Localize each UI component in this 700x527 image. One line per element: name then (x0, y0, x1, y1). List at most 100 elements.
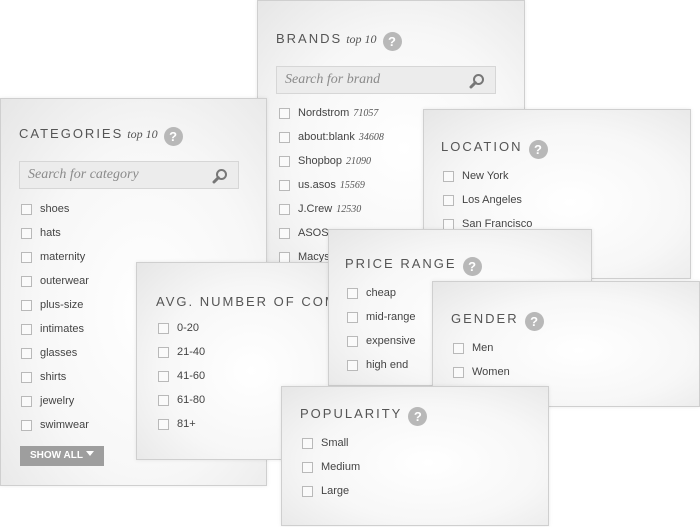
category-option[interactable]: shoes (21, 201, 69, 217)
search-icon[interactable] (469, 73, 485, 89)
checkbox[interactable] (21, 371, 32, 383)
checkbox[interactable] (21, 227, 32, 239)
category-label: intimates (40, 323, 85, 335)
checkbox[interactable] (158, 322, 169, 334)
brands-title: BRANDS top 10? (276, 31, 402, 51)
checkbox[interactable] (302, 485, 313, 497)
popularity-option[interactable]: Small (302, 435, 349, 451)
avg-comments-option[interactable]: 61-80 (158, 392, 205, 408)
brand-count: 71057 (353, 107, 379, 119)
location-title-text: LOCATION (441, 139, 523, 154)
search-icon[interactable] (212, 168, 228, 184)
location-option[interactable]: Los Angeles (443, 192, 522, 208)
brand-label: about:blank (298, 131, 355, 143)
popularity-label: Large (321, 485, 350, 497)
help-icon[interactable]: ? (462, 257, 482, 276)
checkbox[interactable] (279, 251, 290, 263)
category-label: hats (40, 227, 61, 239)
show-all-label: SHOW ALL (30, 450, 83, 461)
checkbox[interactable] (347, 311, 358, 323)
checkbox[interactable] (279, 227, 290, 239)
checkbox[interactable] (443, 218, 454, 230)
checkbox[interactable] (279, 179, 290, 191)
price-range-option[interactable]: mid-range (347, 309, 416, 325)
price-range-option[interactable]: cheap (347, 285, 396, 301)
show-all-button[interactable]: SHOW ALL (20, 446, 104, 466)
checkbox[interactable] (279, 155, 290, 167)
checkbox[interactable] (302, 437, 313, 449)
price-range-option[interactable]: expensive (347, 333, 416, 349)
help-icon[interactable]: ? (163, 127, 183, 146)
category-option[interactable]: maternity (21, 249, 85, 265)
brand-option[interactable]: us.asos 15569 (279, 177, 365, 193)
location-option[interactable]: New York (443, 168, 508, 184)
brand-option[interactable]: ASOS (279, 225, 333, 241)
category-option[interactable]: intimates (21, 321, 84, 337)
avg-comments-label: 0-20 (177, 322, 200, 334)
checkbox[interactable] (158, 370, 169, 382)
categories-top10-label: top 10 (127, 127, 158, 141)
categories-title-text: CATEGORIES (19, 126, 124, 141)
category-option[interactable]: plus-size (21, 297, 83, 313)
popularity-option[interactable]: Medium (302, 459, 360, 475)
checkbox[interactable] (453, 366, 464, 378)
avg-comments-option[interactable]: 41-60 (158, 368, 205, 384)
category-label: shoes (40, 203, 70, 215)
gender-option[interactable]: Women (453, 364, 510, 380)
category-option[interactable]: glasses (21, 345, 77, 361)
category-label: maternity (40, 251, 86, 263)
checkbox[interactable] (443, 170, 454, 182)
avg-comments-option[interactable]: 81+ (158, 416, 196, 432)
brand-option[interactable]: Shopbop 21090 (279, 153, 371, 169)
brand-option[interactable]: J.Crew 12530 (279, 201, 361, 217)
brands-top10-label: top 10 (346, 32, 377, 46)
price-range-option[interactable]: high end (347, 357, 408, 373)
checkbox[interactable] (21, 275, 32, 287)
price-range-title: PRICE RANGE? (345, 256, 482, 276)
price-range-title-text: PRICE RANGE (345, 256, 457, 271)
checkbox[interactable] (347, 287, 358, 299)
brand-option[interactable]: Nordstrom 71057 (279, 105, 378, 121)
help-icon[interactable]: ? (408, 407, 428, 426)
checkbox[interactable] (21, 323, 32, 335)
checkbox[interactable] (302, 461, 313, 473)
popularity-title-text: POPULARITY (300, 406, 403, 421)
checkbox[interactable] (347, 335, 358, 347)
category-option[interactable]: jewelry (21, 393, 74, 409)
brand-count: 21090 (346, 155, 372, 167)
checkbox[interactable] (21, 299, 32, 311)
checkbox[interactable] (158, 346, 169, 358)
category-option[interactable]: outerwear (21, 273, 89, 289)
popularity-title: POPULARITY? (300, 406, 428, 426)
location-title: LOCATION? (441, 139, 548, 159)
popularity-panel: POPULARITY? Small Medium Large (281, 386, 549, 526)
help-icon[interactable]: ? (528, 140, 548, 159)
category-option[interactable]: shirts (21, 369, 66, 385)
popularity-option[interactable]: Large (302, 483, 349, 499)
help-icon[interactable]: ? (382, 32, 402, 51)
checkbox[interactable] (21, 419, 32, 431)
help-icon[interactable]: ? (524, 312, 544, 331)
checkbox[interactable] (453, 342, 464, 354)
checkbox[interactable] (443, 194, 454, 206)
checkbox[interactable] (158, 418, 169, 430)
checkbox[interactable] (279, 107, 290, 119)
category-option[interactable]: swimwear (21, 417, 89, 433)
brand-search-input[interactable] (285, 67, 460, 93)
category-search-box (19, 161, 239, 189)
avg-comments-label: 61-80 (177, 394, 206, 406)
avg-comments-option[interactable]: 21-40 (158, 344, 205, 360)
checkbox[interactable] (347, 359, 358, 371)
checkbox[interactable] (21, 251, 32, 263)
checkbox[interactable] (21, 203, 32, 215)
category-search-input[interactable] (28, 162, 203, 188)
brand-option[interactable]: about:blank 34608 (279, 129, 384, 145)
checkbox[interactable] (279, 131, 290, 143)
checkbox[interactable] (21, 395, 32, 407)
category-option[interactable]: hats (21, 225, 61, 241)
checkbox[interactable] (279, 203, 290, 215)
checkbox[interactable] (158, 394, 169, 406)
avg-comments-option[interactable]: 0-20 (158, 320, 199, 336)
gender-option[interactable]: Men (453, 340, 493, 356)
checkbox[interactable] (21, 347, 32, 359)
